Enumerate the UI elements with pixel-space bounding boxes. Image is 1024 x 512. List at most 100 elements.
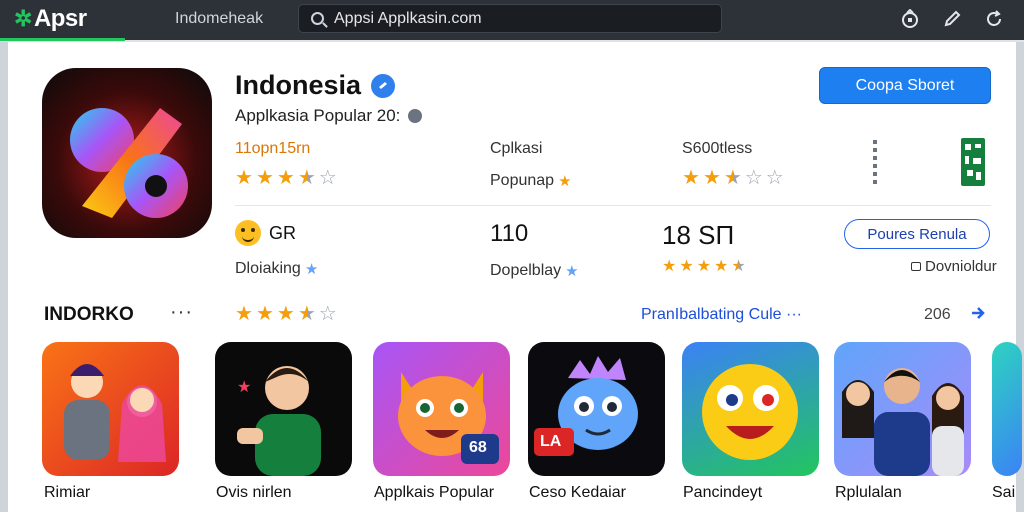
svg-text:★: ★ — [237, 377, 251, 396]
qr-code-icon[interactable] — [961, 138, 985, 186]
star-icon: ★ — [682, 167, 700, 189]
tile-badge: LA — [540, 433, 562, 450]
stat-sub-text: Dopelblay — [490, 262, 562, 279]
app-store-logo[interactable]: ✲ Apsr — [14, 4, 87, 34]
stat-sub-text: Dloiaking — [235, 260, 301, 277]
tile-label[interactable]: Rplulalan — [835, 484, 902, 502]
app-tile[interactable] — [682, 342, 819, 476]
star-icon: ★ — [714, 258, 729, 275]
stat-sub: Dloiaking ★ — [235, 260, 318, 278]
stat-main-text: 110 — [490, 220, 529, 247]
stat-main-text: 18 SП — [662, 220, 735, 250]
star-icon: ★ — [235, 303, 253, 325]
app-subtitle: Applkasia Popular 20: — [235, 106, 423, 126]
stat-main: 110 — [490, 220, 579, 248]
verified-icon — [371, 73, 396, 98]
nav-title[interactable]: Indomeheak — [175, 10, 263, 28]
section-link-text: PranIbalbating Cule — [641, 306, 782, 323]
star-icon: ★ — [276, 167, 295, 189]
app-tile[interactable]: 68 — [373, 342, 510, 476]
section-title: INDORKO — [44, 304, 134, 325]
star-rating: ★ ★ ★ ☆ ☆ — [682, 168, 784, 188]
section-star-rating: ★ ★ ★ ★ ☆ — [235, 304, 337, 324]
star-icon: ★ — [276, 303, 295, 325]
info-icon[interactable] — [408, 109, 423, 123]
app-tile[interactable] — [992, 342, 1022, 476]
stat-size: 110 Dopelblay ★ — [490, 220, 579, 280]
star-icon: ★ — [255, 303, 274, 325]
stat-downloads: 18 SП ★ ★ ★ ★ ★ — [662, 220, 746, 277]
star-icon: ☆ — [765, 167, 784, 189]
star-icon: ☆ — [744, 167, 763, 189]
star-icon: ★ — [696, 258, 712, 275]
search-bar[interactable] — [298, 4, 722, 33]
stat-sub-text: Popunap — [490, 172, 555, 189]
star-icon: ★ — [297, 167, 316, 189]
star-icon: ☆ — [318, 303, 337, 325]
stat-rating-primary: 11opn15rn ★ ★ ★ ★ ☆ — [235, 140, 337, 188]
secondary-action-button[interactable]: Poures Renula — [844, 219, 990, 249]
edit-icon[interactable] — [940, 7, 964, 31]
smiley-icon — [235, 220, 261, 246]
left-edge — [0, 42, 8, 512]
stat-age: GR Dloiaking ★ — [235, 220, 318, 278]
section-count: 206 — [924, 306, 951, 323]
star-icon: ★ — [731, 258, 746, 275]
star-icon: ★ — [679, 258, 694, 275]
stat-sub: Popunap ★ — [490, 172, 572, 190]
tile-label[interactable]: Ovis nirlen — [216, 484, 292, 502]
section-more-button[interactable]: ··· — [170, 301, 193, 324]
camera-icon — [911, 262, 921, 271]
arrow-right-icon[interactable] — [969, 304, 987, 327]
search-icon — [311, 12, 324, 25]
star-icon: ★ — [235, 167, 253, 189]
lock-icon[interactable] — [898, 7, 922, 31]
app-tile[interactable]: LA — [528, 342, 665, 476]
active-tab-indicator — [0, 38, 125, 41]
app-subtitle-text: Applkasia Popular 20: — [235, 106, 401, 125]
download-note: Dovnioldur — [911, 258, 997, 275]
star-rating: ★ ★ ★ ★ ★ — [662, 257, 746, 277]
divider — [235, 205, 991, 206]
tile-label[interactable]: Sai — [992, 484, 1016, 502]
app-tile[interactable]: ★ — [215, 342, 352, 476]
vertical-more-icon[interactable] — [873, 140, 877, 186]
stat-main: GR — [235, 220, 318, 246]
tile-badge: 68 — [469, 439, 487, 456]
refresh-icon[interactable] — [982, 7, 1006, 31]
star-icon: ★ — [662, 258, 677, 275]
top-icons — [898, 7, 1006, 31]
tile-label[interactable]: Applkais Popular — [374, 484, 494, 502]
star-rating: ★ ★ ★ ★ ☆ — [235, 168, 337, 188]
star-icon: ★ — [702, 167, 721, 189]
primary-action-button[interactable]: Coopa Sboret — [819, 67, 991, 104]
stat-sub: Dopelblay ★ — [490, 262, 579, 280]
tile-label[interactable]: Ceso Kedaiar — [529, 484, 626, 502]
app-icon[interactable] — [42, 68, 212, 238]
stat-category: Cplkasi Popunap ★ — [490, 140, 572, 190]
tile-label[interactable]: Pancindeyt — [683, 484, 762, 502]
search-input[interactable] — [334, 9, 714, 28]
app-tile[interactable] — [42, 342, 179, 476]
star-icon: ★ — [255, 167, 274, 189]
logo-text: Apsr — [33, 5, 87, 32]
star-icon: ★ — [723, 167, 742, 189]
app-name-text: Indonesia — [235, 70, 362, 100]
section-link[interactable]: PranIbalbating Cule ··· — [641, 306, 802, 324]
logo-mark-icon: ✲ — [14, 6, 32, 31]
star-icon: ★ — [558, 173, 572, 190]
top-bar: ✲ Apsr Indomeheak — [0, 0, 1024, 41]
stat-main-text: GR — [269, 222, 296, 243]
star-icon: ★ — [304, 261, 319, 278]
app-tile[interactable] — [834, 342, 971, 476]
app-name: Indonesia — [235, 70, 396, 101]
stat-rating-secondary: S600tless ★ ★ ★ ☆ ☆ — [682, 140, 784, 188]
stat-main: 18 SП — [662, 220, 746, 251]
star-icon: ★ — [565, 263, 579, 280]
download-note-text: Dovnioldur — [925, 258, 997, 275]
tile-label[interactable]: Rimiar — [44, 484, 90, 502]
stat-label: 11opn15rn — [235, 140, 311, 157]
stat-label: Cplkasi — [490, 140, 543, 157]
app-detail-card: Indonesia Applkasia Popular 20: Coopa Sb… — [8, 42, 1022, 512]
section-link-more: ··· — [786, 306, 802, 323]
